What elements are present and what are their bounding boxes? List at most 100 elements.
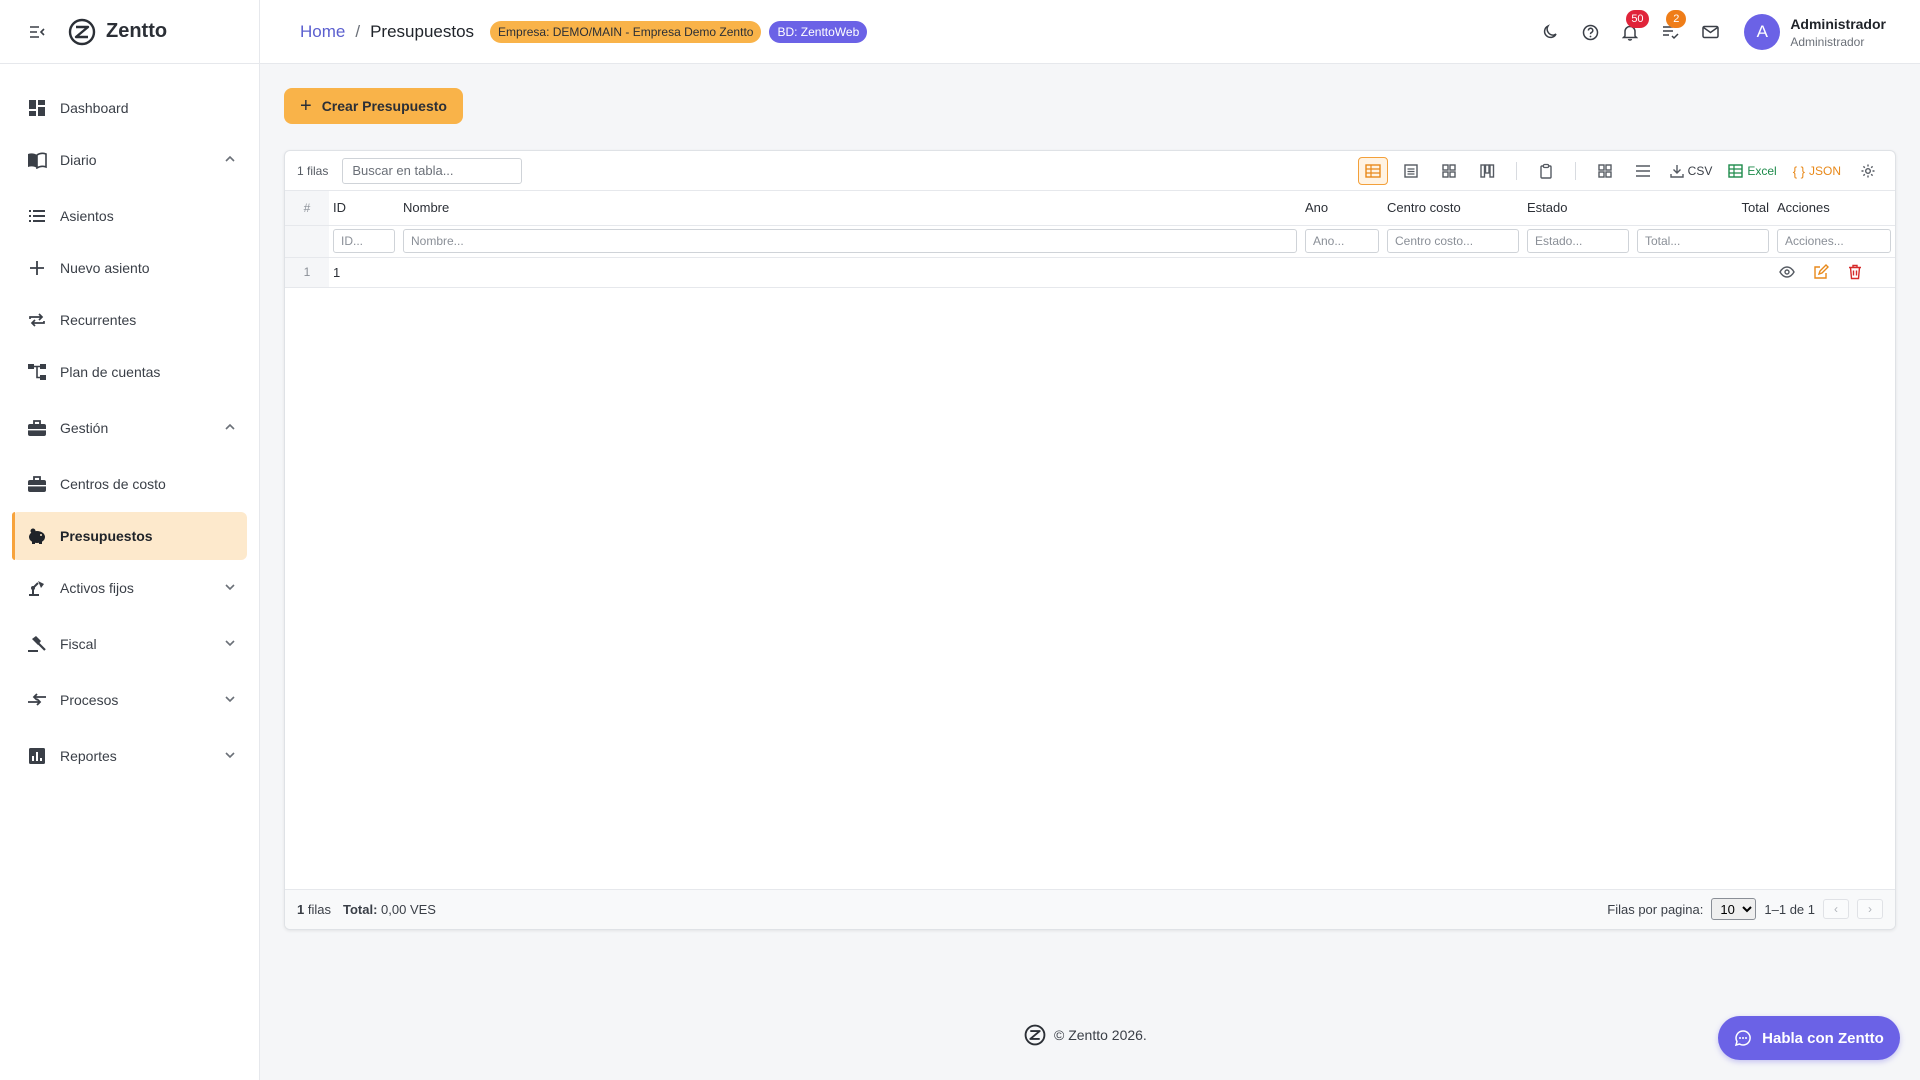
edit-button[interactable] [1811, 262, 1831, 282]
sidebar-nav: Dashboard Diario Asientos Nuevo asiento … [0, 64, 259, 780]
sidebar-item-nuevo-asiento[interactable]: Nuevo asiento [12, 244, 247, 292]
filter-centro-cell [1383, 225, 1523, 258]
pagination: Filas por pagina: 10 1–1 de 1 ‹ › [1607, 898, 1883, 920]
edit-icon [1814, 264, 1829, 279]
sidebar-item-procesos[interactable]: Procesos [12, 676, 247, 724]
filter-nombre-cell [399, 225, 1301, 258]
sidebar-item-recurrentes[interactable]: Recurrentes [12, 296, 247, 344]
page-title: Presupuestos [370, 21, 475, 41]
chat-button-label: Habla con Zentto [1762, 1029, 1884, 1047]
settings-button[interactable] [1853, 157, 1883, 185]
sidebar-item-label: Presupuestos [60, 528, 153, 544]
dashboard-icon [26, 97, 48, 119]
sidebar-item-label: Centros de costo [60, 476, 166, 492]
sidebar-item-plan-de-cuentas[interactable]: Plan de cuentas [12, 348, 247, 396]
eye-icon [1779, 266, 1795, 278]
prev-page-button[interactable]: ‹ [1823, 899, 1849, 919]
filter-total-cell [1633, 225, 1773, 258]
cell-estado [1523, 257, 1633, 288]
filter-ano-input[interactable] [1305, 229, 1379, 253]
cell-total [1633, 257, 1773, 288]
budgets-table: # ID Nombre Ano Centro costo Estado Tota… [285, 191, 1895, 288]
dark-mode-icon[interactable] [1540, 22, 1560, 42]
list-view-icon [1403, 164, 1418, 178]
next-page-button[interactable]: › [1857, 899, 1883, 919]
app-logo[interactable]: Zentto [68, 18, 167, 46]
avatar: A [1744, 14, 1781, 50]
download-icon [1669, 165, 1684, 178]
tasks-list-icon[interactable]: 2 [1660, 10, 1687, 42]
user-role: Administrador [1790, 34, 1865, 49]
sidebar-item-dashboard[interactable]: Dashboard [12, 84, 247, 132]
export-json-button[interactable]: { } JSON [1789, 157, 1845, 185]
filter-id-input[interactable] [333, 229, 395, 253]
density-button[interactable] [1628, 157, 1658, 185]
export-csv-button[interactable]: CSV [1666, 157, 1717, 185]
breadcrumb-home-link[interactable]: Home [300, 22, 345, 42]
top-header: Home / Presupuestos Empresa: DEMO/MAIN -… [260, 0, 1920, 64]
filter-estado-input[interactable] [1527, 229, 1629, 253]
bar-chart-icon [26, 745, 48, 767]
help-icon[interactable] [1580, 22, 1600, 42]
user-info: Administrador Administrador [1790, 16, 1886, 49]
column-header-id[interactable]: ID [329, 191, 399, 226]
list-view-button[interactable] [1396, 157, 1426, 185]
zentto-logo-icon [68, 18, 96, 45]
filter-total-input[interactable] [1637, 229, 1769, 253]
user-menu[interactable]: A Administrador Administrador [1744, 14, 1886, 50]
sidebar-item-fiscal[interactable]: Fiscal [12, 620, 247, 668]
view-button[interactable] [1777, 262, 1797, 282]
app-name: Zentto [106, 20, 168, 42]
kanban-view-button[interactable] [1472, 157, 1502, 185]
table-view-button[interactable] [1357, 157, 1388, 185]
columns-button[interactable] [1590, 157, 1620, 185]
chevron-up-icon [225, 155, 235, 162]
sidebar-item-reportes[interactable]: Reportes [12, 732, 247, 780]
filter-nombre-input[interactable] [403, 229, 1297, 253]
sidebar: Zentto Dashboard Diario Asientos Nuevo a… [0, 0, 260, 1080]
cell-nombre [399, 257, 1301, 288]
sidebar-item-label: Reportes [60, 748, 117, 764]
filter-acciones-input[interactable] [1777, 229, 1891, 253]
grid-view-button[interactable] [1434, 157, 1464, 185]
export-excel-button[interactable]: Excel [1724, 157, 1780, 185]
column-header-nombre[interactable]: Nombre [399, 191, 1301, 226]
create-budget-button[interactable]: + Crear Presupuesto [284, 88, 463, 124]
toolbar-divider [1574, 162, 1576, 180]
column-header-num: # [285, 191, 329, 226]
menu-collapse-icon[interactable] [28, 23, 46, 41]
cell-acciones [1773, 257, 1895, 288]
mail-icon[interactable] [1700, 22, 1720, 42]
lamp-icon [26, 577, 48, 599]
column-header-centro-costo[interactable]: Centro costo [1383, 191, 1523, 226]
chat-with-zentto-button[interactable]: Habla con Zentto [1718, 1016, 1900, 1060]
zentto-logo-icon [1024, 1024, 1046, 1046]
sidebar-item-asientos[interactable]: Asientos [12, 192, 247, 240]
column-header-total[interactable]: Total [1633, 191, 1773, 226]
notifications-bell-icon[interactable]: 50 [1620, 10, 1649, 42]
sidebar-item-activos-fijos[interactable]: Activos fijos [12, 564, 247, 612]
filter-centro-costo-input[interactable] [1387, 229, 1519, 253]
table-search-input[interactable] [342, 157, 523, 184]
table-row[interactable]: 1 1 [285, 257, 1895, 288]
column-header-ano[interactable]: Ano [1301, 191, 1383, 226]
page-footer: © Zentto 2026. [1024, 1024, 1147, 1046]
footer-total-value: 0,00 VES [381, 902, 436, 917]
sidebar-item-label: Gestión [60, 420, 109, 436]
copy-clipboard-button[interactable] [1531, 157, 1561, 185]
rows-per-page-select[interactable]: 10 [1711, 898, 1757, 920]
sidebar-item-gestion[interactable]: Gestión [12, 404, 247, 452]
filter-row [285, 225, 1895, 258]
filter-id-cell [329, 225, 399, 258]
sidebar-item-centros-de-costo[interactable]: Centros de costo [12, 460, 247, 508]
sidebar-item-presupuestos[interactable]: Presupuestos [12, 512, 247, 560]
sidebar-item-diario[interactable]: Diario [12, 136, 247, 184]
delete-button[interactable] [1845, 262, 1865, 282]
user-name: Administrador [1790, 15, 1886, 32]
sidebar-item-label: Plan de cuentas [60, 364, 161, 380]
rows-per-page-label: Filas por pagina: [1607, 901, 1704, 917]
sidebar-item-label: Procesos [60, 692, 119, 708]
toolbar-divider [1515, 162, 1517, 180]
filter-num-cell [285, 225, 329, 258]
column-header-estado[interactable]: Estado [1523, 191, 1633, 226]
